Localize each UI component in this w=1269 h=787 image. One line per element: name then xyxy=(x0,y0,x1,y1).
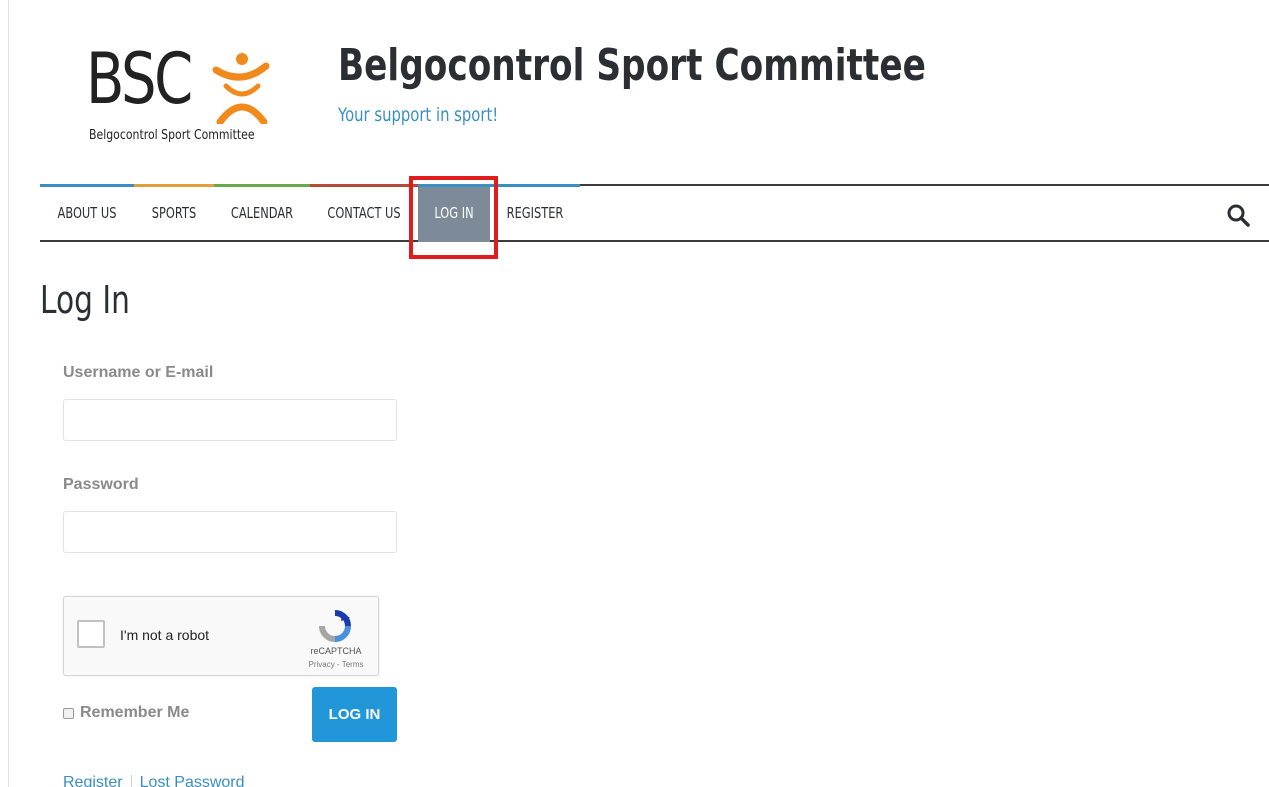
nav-item-label: SPORTS xyxy=(151,204,197,222)
password-input[interactable] xyxy=(63,511,397,553)
username-label: Username or E-mail xyxy=(63,364,214,381)
register-link[interactable]: Register xyxy=(63,774,123,787)
logo-text: BSC xyxy=(86,38,193,120)
site-logo[interactable]: BSC Belgocontrol Sport Committee xyxy=(60,38,290,158)
page-title: Log In xyxy=(40,278,130,322)
remember-me[interactable]: Remember Me xyxy=(63,704,189,722)
nav-item-label: REGISTER xyxy=(506,204,564,222)
search-icon[interactable] xyxy=(1226,203,1250,227)
nav-item-register[interactable]: REGISTER xyxy=(490,184,580,242)
recaptcha-brand: reCAPTCHA xyxy=(310,646,362,656)
site-title[interactable]: Belgocontrol Sport Committee xyxy=(338,38,926,94)
username-input[interactable] xyxy=(63,399,397,441)
lost-password-link[interactable]: Lost Password xyxy=(140,774,245,787)
nav-item-about-us[interactable]: ABOUT US xyxy=(40,184,134,242)
nav-item-label: ABOUT US xyxy=(57,204,117,222)
recaptcha-label: I'm not a robot xyxy=(120,627,210,643)
logo-subtitle: Belgocontrol Sport Committee xyxy=(89,128,255,143)
remember-me-checkbox[interactable] xyxy=(63,707,74,719)
recaptcha-privacy-link[interactable]: Privacy xyxy=(309,660,335,669)
recaptcha-links: Privacy - Terms xyxy=(308,660,364,669)
main-navigation: ABOUT US SPORTS CALENDAR CONTACT US LOG … xyxy=(40,184,1269,242)
recaptcha-terms-link[interactable]: Terms xyxy=(342,660,364,669)
athlete-figure-icon xyxy=(212,53,270,124)
nav-item-contact-us[interactable]: CONTACT US xyxy=(310,184,418,242)
page-left-border xyxy=(8,0,9,787)
site-tagline: Your support in sport! xyxy=(338,104,499,126)
password-label: Password xyxy=(63,476,139,493)
login-submit-button[interactable]: LOG IN xyxy=(312,687,397,742)
link-separator xyxy=(130,774,132,787)
nav-item-calendar[interactable]: CALENDAR xyxy=(214,184,310,242)
page: BSC Belgocontrol Sport Committee Belgoco… xyxy=(0,0,1269,787)
recaptcha-checkbox[interactable] xyxy=(77,620,105,648)
nav-item-label: CONTACT US xyxy=(327,204,401,222)
remember-me-label: Remember Me xyxy=(80,704,190,721)
nav-item-label: CALENDAR xyxy=(230,204,294,222)
recaptcha-widget: I'm not a robot reCAPTCHA Privacy - Term… xyxy=(63,596,379,676)
account-links: Register Lost Password xyxy=(63,774,245,787)
nav-item-sports[interactable]: SPORTS xyxy=(134,184,214,242)
log-in-highlight xyxy=(409,176,498,259)
recaptcha-logo-icon xyxy=(319,610,351,642)
